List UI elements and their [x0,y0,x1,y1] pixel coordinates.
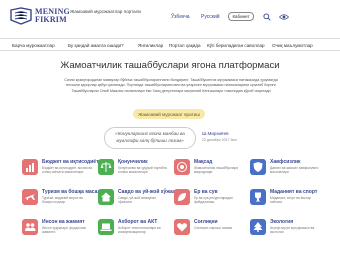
hero-title: Жамоатчилик ташаббуслари ягона платформа… [60,60,280,71]
category-card[interactable]: Инсон ва жамият Инсон ҳуқуқлари, фуқароли… [22,219,92,245]
plane-icon [22,189,38,205]
tree-icon [250,219,266,235]
nav-how-it-works[interactable]: Бу қандай амалга ошади? [68,43,124,48]
category-title: Инсон ва жамият [42,219,85,225]
quote-box: «Конунларнинг ягона манбаи ва муаллифи х… [104,127,196,149]
trophy-icon [250,189,266,205]
category-card[interactable]: Ахборот ва АКТ Ахборот технологиялари ва … [98,219,168,245]
category-description: Соғлиқни сақлаш тизими [194,226,233,230]
nav-open-data[interactable]: Очиқ маълумотлар [272,43,313,48]
portal-title: Жамоавий мурожаатлар портали [70,9,141,14]
people-icon [22,219,38,235]
category-description: Маданият, спорт ва ёшлар сиёсати [270,196,311,205]
category-description: Қонунчилик ва ҳуқуқий тартибга солиш мас… [118,166,167,175]
nav-all-appeals[interactable]: Барча мурожаатлар [12,43,55,48]
house-icon [98,189,114,205]
category-card[interactable]: Савдо ва уй-жой хўжалиги Савдо, уй-жой ко… [98,189,184,215]
main-nav: Барча мурожаатлар Бу қандай амалга ошади… [0,38,340,51]
category-description: Давлат ва жамоат хавфсизлиги масалалари [270,166,319,175]
category-description: Савдо, уй-жой коммунал хўжалиги [118,196,157,205]
category-title: Бюджет ва иқтисодиёт [42,159,99,165]
quote-author: Ш.Мирзиёев [202,131,229,136]
category-title: Қонунчилик [118,159,148,165]
cabinet-button[interactable]: Кабинет [228,12,254,21]
quote-date: 22 декабрь 2017 йил [202,138,237,142]
site-header: MENING FIKRIM Жамоавий мурожаатлар порта… [0,0,340,30]
category-card[interactable]: Маданият ва спорт Маданият, спорт ва ёшла… [250,189,320,215]
category-card[interactable]: Хавфсизлик Давлат ва жамоат хавфсизлиги м… [250,159,320,185]
category-description: Туризм, маданий мерос ва бошқа соҳалар [42,196,83,205]
category-description: Атроф-муҳит муҳофазаси ва экология [270,226,315,235]
category-card[interactable]: Туризм ва бошқа масалалар Туризм, маданий… [22,189,112,215]
nav-faq[interactable]: Кўп бериладиган саволлар [207,43,265,48]
nav-news[interactable]: Янгиликлар [138,43,163,48]
logo-mark-icon [10,7,32,25]
category-title: Хавфсизлик [270,159,301,165]
category-description: Ахборот технологиялари ва коммуникацияла… [118,226,161,235]
category-description: Жамоатчилик ташаббуслари мақсадлари [194,166,239,175]
quote-line-1: «Конунларнинг ягона манбаи ва [115,131,185,136]
category-card[interactable]: Бюджет ва иқтисодиёт Бюджет ва иқтисодиёт… [22,159,99,185]
category-title: Мақсад [194,159,213,165]
category-description: Бюджет ва иқтисодиёт, молия ва солиқ сиё… [42,166,93,175]
nav-about[interactable]: Портал ҳақида [169,43,201,48]
category-title: Маданият ва спорт [270,189,318,195]
lang-latin-link[interactable]: Ўзбекча [171,14,190,20]
category-card[interactable]: Мақсад Жамоатчилик ташаббуслари мақсадлар… [174,159,244,185]
category-title: Ахборот ва АКТ [118,219,158,225]
chart-icon [22,159,38,175]
category-description: Ер ва сув ресурсларидан фойдаланиш [194,196,233,205]
law-icon [98,159,114,175]
hero-description: Сизни қизиқтирадиган мавзулар бўйича таш… [64,78,278,93]
category-title: Соғлиқни [194,219,218,225]
leaf-icon [174,189,190,205]
category-card[interactable]: Экология Атроф-муҳит муҳофазаси ва эколог… [250,219,320,245]
category-card[interactable]: Қонунчилик Қонунчилик ва ҳуқуқий тартибга… [98,159,168,185]
create-appeal-button[interactable]: Жамоавий мурожаат яратиш [133,109,205,119]
category-card[interactable]: Ер ва сув Ер ва сув ресурсларидан фойдала… [174,189,244,215]
category-title: Экология [270,219,294,225]
category-card[interactable]: Соғлиқни Соғлиқни сақлаш тизими [174,219,244,245]
lang-russian-link[interactable]: Русский [201,14,220,20]
shield-icon [250,159,266,175]
laptop-icon [98,219,114,235]
search-icon[interactable] [263,13,271,21]
quote-line-2: муаллифи халқ бўлиши лозим» [116,137,184,143]
logo[interactable]: MENING FIKRIM [9,6,70,26]
target-icon [174,159,190,175]
heart-icon [174,219,190,235]
category-title: Ер ва сув [194,189,218,195]
category-description: Инсон ҳуқуқлари, фуқаролик жамияти [42,226,86,235]
accessibility-eye-icon[interactable] [279,13,289,21]
logo-line-2: FIKRIM [35,15,67,24]
